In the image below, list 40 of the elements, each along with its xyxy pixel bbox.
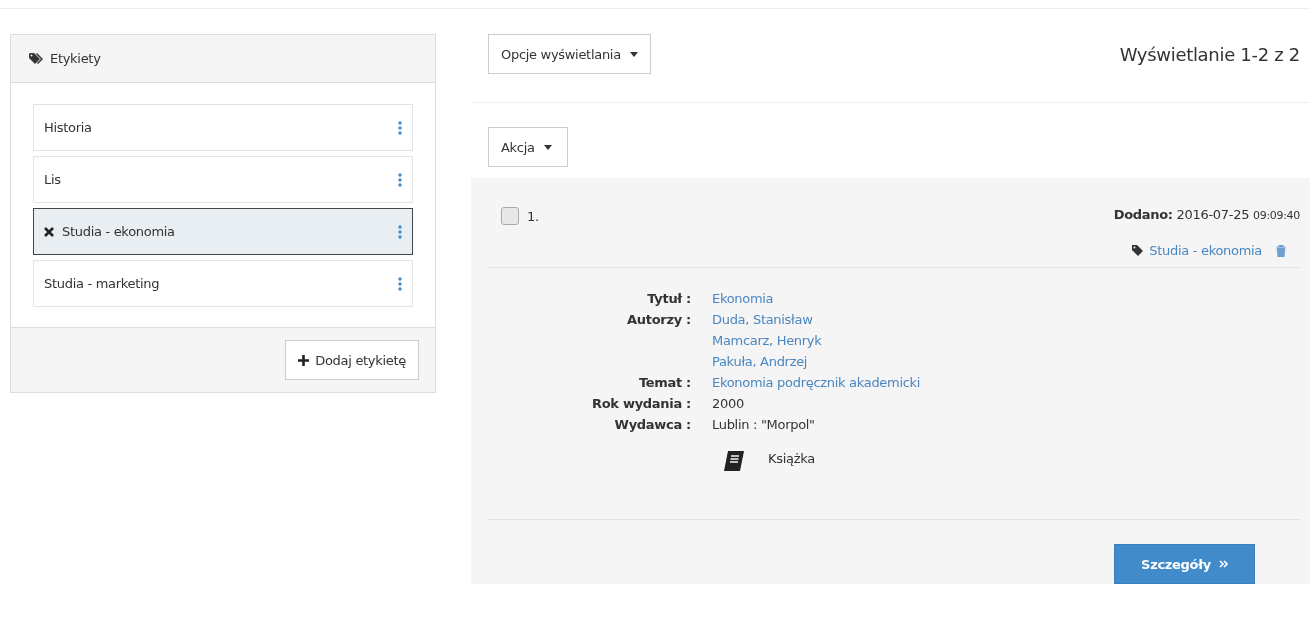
field-value: Lublin : "Morpol" <box>712 416 816 434</box>
record-number: 1. <box>527 208 539 224</box>
added-date: Dodano: 2016-07-25 09:09:40 <box>1113 207 1300 224</box>
action-button[interactable]: Akcja <box>488 127 568 167</box>
book-icon <box>724 451 744 471</box>
trash-icon[interactable] <box>1276 244 1286 257</box>
field-link[interactable]: Mamcarz, Henryk <box>712 332 1300 350</box>
kebab-menu-icon[interactable] <box>398 276 402 291</box>
field-label: Rok wydania : <box>591 395 691 413</box>
format-label: Książka <box>768 451 815 466</box>
kebab-menu-icon[interactable] <box>398 224 402 239</box>
tag-link[interactable]: Studia - ekonomia <box>1149 243 1262 258</box>
close-icon[interactable] <box>44 226 54 237</box>
field-label: Tytuł : <box>646 290 691 308</box>
label-item[interactable]: Studia - ekonomia <box>33 208 413 255</box>
kebab-menu-icon[interactable] <box>398 172 402 187</box>
field-label: Temat : <box>637 374 691 392</box>
double-chevron-icon <box>1218 560 1228 568</box>
caret-icon <box>629 51 638 57</box>
details-button[interactable]: Szczegóły <box>1114 544 1255 584</box>
label-item[interactable]: Historia <box>33 104 413 151</box>
field-link[interactable]: Ekonomia podręcznik akademicki <box>712 374 1300 392</box>
kebab-menu-icon[interactable] <box>398 120 402 135</box>
display-options-button[interactable]: Opcje wyświetlania <box>488 34 651 74</box>
record-checkbox[interactable] <box>501 207 519 225</box>
results-summary: Wyświetlanie 1-2 z 2 <box>1119 43 1300 65</box>
caret-icon <box>543 144 552 150</box>
add-label-button[interactable]: Dodaj etykietę <box>285 340 419 380</box>
field-value: 2000 <box>712 395 745 413</box>
field-link[interactable]: Duda, Stanisław <box>712 311 1300 329</box>
label-item[interactable]: Lis <box>33 156 413 203</box>
panel-title: Etykiety <box>50 51 101 66</box>
field-label: Autorzy : <box>626 311 691 329</box>
tag-icon <box>1132 245 1144 256</box>
field-link[interactable]: Ekonomia <box>712 290 1300 308</box>
plus-icon <box>298 354 310 366</box>
label-item[interactable]: Studia - marketing <box>33 260 413 307</box>
field-label: Wydawca : <box>613 416 691 434</box>
tags-icon <box>29 52 44 65</box>
field-link[interactable]: Pakuła, Andrzej <box>712 353 1300 371</box>
